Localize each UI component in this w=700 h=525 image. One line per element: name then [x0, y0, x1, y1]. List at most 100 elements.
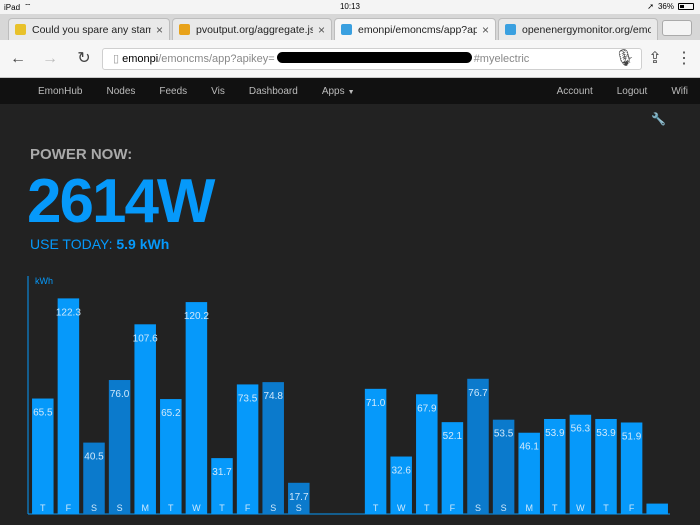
bar-value-label: 52.1	[443, 431, 463, 442]
bar-value-label: 31.7	[212, 467, 232, 478]
day-tick-label: T	[373, 503, 379, 513]
site-nav: EmonHub Nodes Feeds Vis Dashboard Apps ▼ …	[0, 78, 700, 104]
page-icon: ▯	[113, 53, 120, 65]
day-tick-label: T	[40, 503, 46, 513]
caret-down-icon: ▼	[347, 88, 355, 96]
battery-percent: 36%	[657, 2, 674, 11]
new-tab-button[interactable]	[662, 20, 692, 36]
nav-emonhub[interactable]: EmonHub	[0, 86, 94, 97]
day-tick-label: F	[629, 503, 635, 513]
nav-vis[interactable]: Vis	[199, 86, 237, 97]
favicon-icon	[341, 24, 352, 35]
bar-value-label: 32.6	[391, 466, 411, 477]
close-tab-icon[interactable]: ×	[156, 23, 163, 37]
bar	[185, 302, 208, 514]
tab-title: emonpi/emoncms/app?apikey	[358, 23, 477, 36]
nav-nodes[interactable]: Nodes	[94, 86, 147, 97]
bar	[108, 380, 131, 514]
nav-wifi[interactable]: Wifi	[659, 86, 700, 97]
bar	[57, 298, 80, 514]
url-hash: #myelectric	[473, 53, 530, 65]
redacted-apikey	[276, 52, 472, 63]
url-path: /emoncms/app?apikey=	[158, 53, 275, 65]
bar-value-label: 53.5	[494, 429, 514, 440]
url-host: emonpi	[122, 53, 159, 65]
menu-icon[interactable]: ⋮	[674, 49, 694, 69]
day-tick-label: S	[475, 503, 481, 513]
day-tick-label: W	[576, 503, 585, 513]
bar-value-label: 67.9	[417, 403, 437, 414]
bar-value-label: 53.9	[545, 428, 565, 439]
day-tick-label: T	[168, 503, 174, 513]
bar-value-label: 51.9	[622, 432, 642, 443]
bar-value-label: 71.0	[366, 398, 386, 409]
day-tick-label: S	[296, 503, 302, 513]
day-tick-label: W	[397, 503, 406, 513]
day-tick-label: F	[245, 503, 251, 513]
nav-apps[interactable]: Apps ▼	[310, 86, 367, 97]
nav-feeds[interactable]: Feeds	[147, 86, 199, 97]
day-tick-label: M	[525, 503, 533, 513]
day-tick-label: F	[450, 503, 456, 513]
bar	[134, 324, 156, 514]
tab-strip: Could you spare any stamps × pvoutput.or…	[0, 14, 700, 40]
day-tick-label: M	[141, 503, 149, 513]
clock: 10:13	[339, 2, 361, 11]
day-tick-label: S	[501, 503, 507, 513]
bar-value-label: 76.7	[468, 388, 488, 399]
daily-usage-chart: kWh 65.5 T 122.3 F 40.5 S 76.0 S 107.6 M 65.2 T 120.2…	[27, 276, 670, 515]
day-tick-label: T	[219, 503, 225, 513]
bar-value-label: 120.2	[184, 311, 209, 322]
tab-pvoutput[interactable]: pvoutput.org/aggregate.jsp ×	[172, 18, 332, 40]
day-tick-label: F	[66, 503, 72, 513]
favicon-icon	[505, 24, 516, 35]
battery-icon	[678, 3, 694, 10]
tab-emoncms[interactable]: emonpi/emoncms/app?apikey ×	[334, 18, 496, 40]
day-tick-label: S	[91, 503, 97, 513]
microphone-icon[interactable]: 🎙	[614, 49, 634, 69]
bar-value-label: 65.5	[33, 408, 53, 419]
nav-dashboard[interactable]: Dashboard	[237, 86, 310, 97]
bar-value-label: 122.3	[56, 307, 81, 318]
nav-account[interactable]: Account	[545, 86, 605, 97]
location-icon: ➚	[647, 2, 654, 11]
nav-apps-label: Apps	[321, 85, 345, 97]
day-tick-label: T	[603, 503, 609, 513]
tab-title: pvoutput.org/aggregate.jsp	[196, 23, 313, 36]
reload-icon[interactable]: ↻	[74, 49, 94, 69]
day-tick-label: S	[270, 503, 276, 513]
bar-value-label: 107.6	[133, 333, 158, 344]
bar-value-label: 73.5	[238, 393, 258, 404]
favicon-icon	[179, 24, 190, 35]
bar	[467, 378, 489, 514]
forward-arrow-icon[interactable]: →	[40, 49, 60, 69]
bar-value-label: 56.3	[571, 424, 591, 435]
day-tick-label: T	[424, 503, 430, 513]
close-tab-icon[interactable]: ×	[318, 23, 325, 37]
address-bar[interactable]: ▯ emonpi/emoncms/app?apikey= #myelectric …	[102, 48, 642, 70]
bar-value-label: 46.1	[519, 442, 539, 453]
back-arrow-icon[interactable]: ←	[8, 49, 28, 69]
tab-title: openenergymonitor.org/emon	[522, 23, 651, 36]
bar	[646, 503, 668, 514]
day-tick-label: W	[192, 503, 201, 513]
day-tick-label: S	[117, 503, 123, 513]
tab-stamps[interactable]: Could you spare any stamps ×	[8, 18, 170, 40]
ios-status-bar: iPad ⌔ 10:13 ➚ 36%	[0, 0, 700, 14]
tab-title: Could you spare any stamps	[32, 23, 151, 36]
y-axis-label: kWh	[35, 276, 53, 286]
favicon-icon	[15, 24, 26, 35]
bar-value-label: 40.5	[84, 452, 104, 463]
browser-toolbar: ← → ↻ ▯ emonpi/emoncms/app?apikey= #myele…	[0, 40, 700, 78]
nav-logout[interactable]: Logout	[605, 86, 660, 97]
bar-value-label: 76.0	[110, 389, 130, 400]
myelectric-app: 🔧 POWER NOW: 2614W USE TODAY: 5.9 kWh kW…	[0, 106, 700, 525]
share-icon[interactable]: ⇪	[645, 49, 665, 69]
tab-openenergymonitor[interactable]: openenergymonitor.org/emon	[498, 18, 658, 40]
bar-value-label: 74.8	[263, 391, 283, 402]
bar-value-label: 17.7	[289, 492, 309, 503]
bar-value-label: 53.9	[596, 428, 616, 439]
close-tab-icon[interactable]: ×	[482, 23, 489, 37]
bar-value-label: 65.2	[161, 408, 181, 419]
day-tick-label: T	[552, 503, 558, 513]
